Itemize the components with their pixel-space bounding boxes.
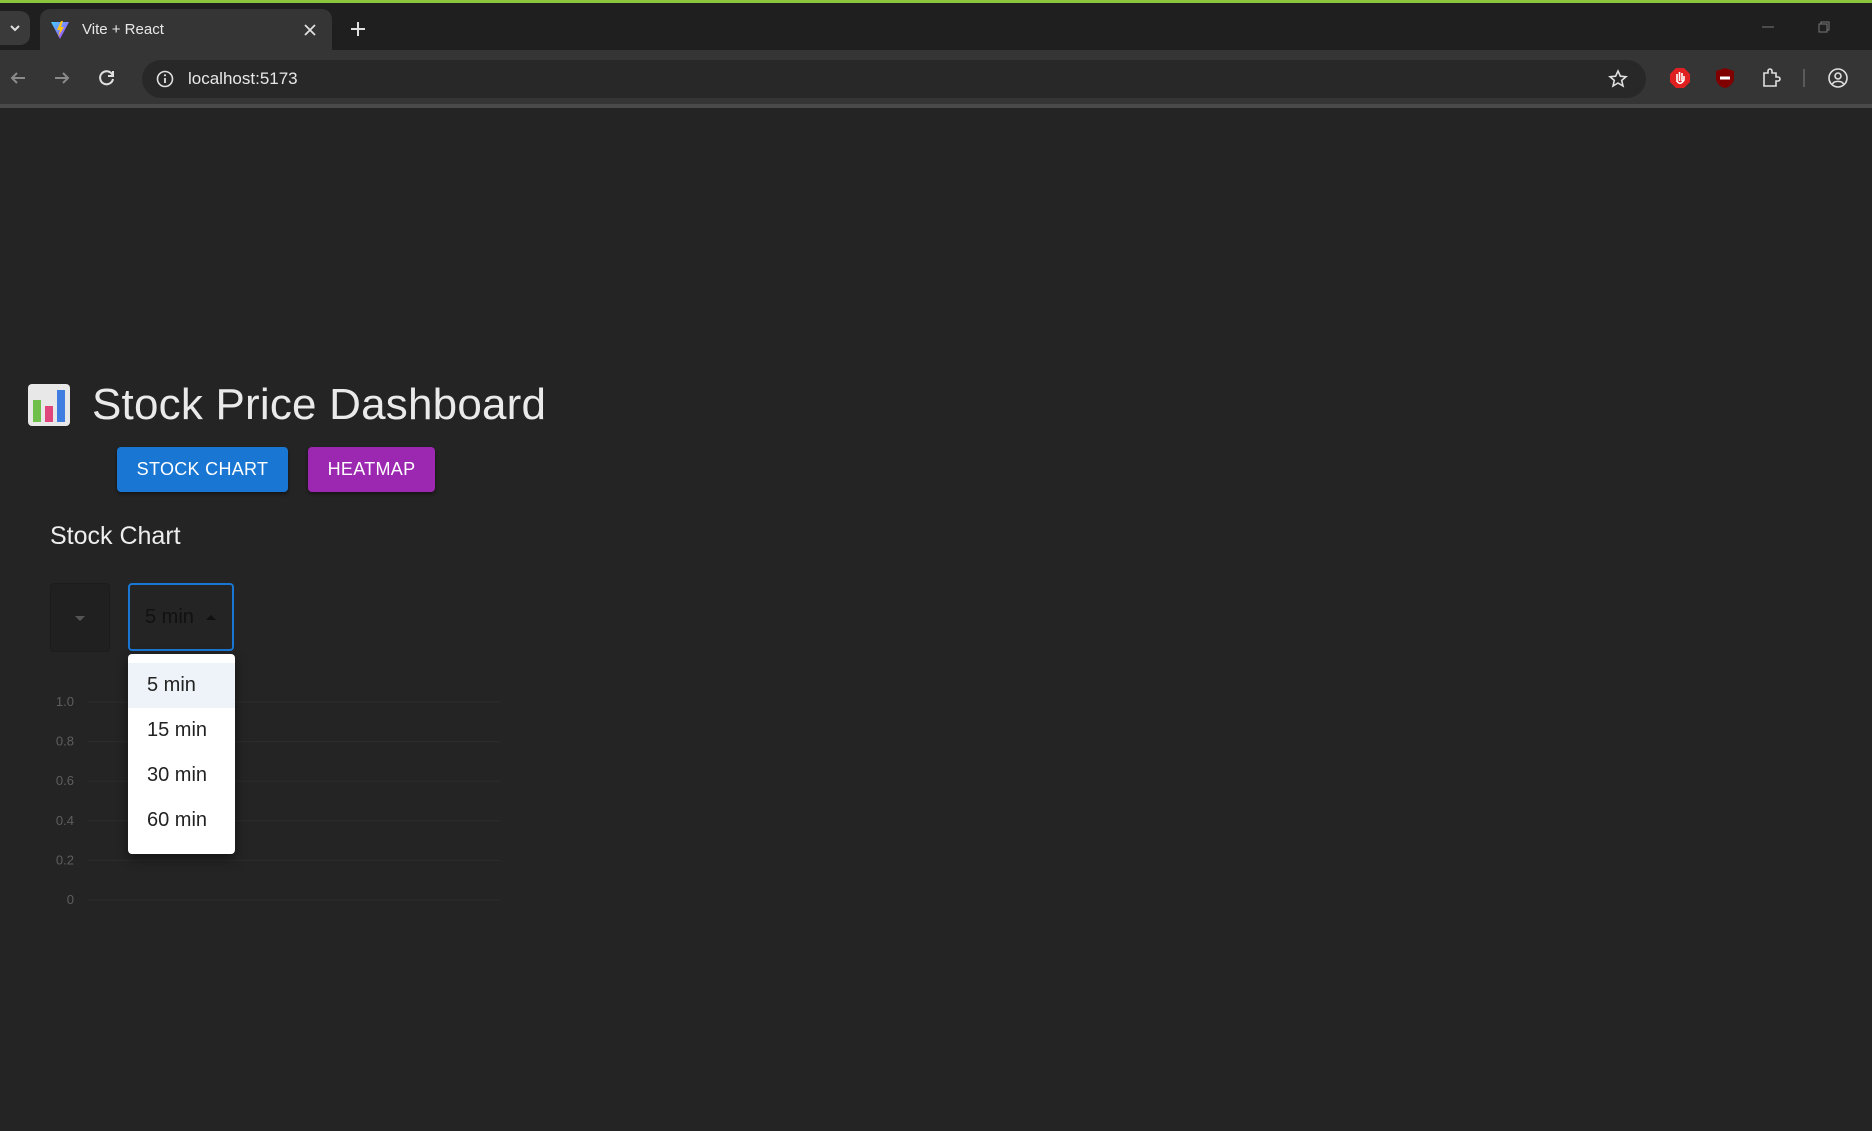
vite-icon xyxy=(51,20,69,39)
caret-up-icon xyxy=(204,610,218,624)
symbol-select[interactable] xyxy=(50,583,110,652)
tab-title: Vite + React xyxy=(82,21,164,38)
section-title: Stock Chart xyxy=(50,522,181,550)
interval-option[interactable]: 30 min xyxy=(128,753,235,798)
stock-chart-button[interactable]: STOCK CHART xyxy=(117,447,288,492)
interval-select-value: 5 min xyxy=(145,605,194,628)
new-tab-button[interactable] xyxy=(344,15,372,43)
browser-toolbar: localhost:5173 xyxy=(0,50,1872,108)
url-text: localhost:5173 xyxy=(188,69,298,88)
page-content: Stock Price Dashboard STOCK CHART HEATMA… xyxy=(0,108,1872,1131)
arrow-right-icon xyxy=(55,72,70,84)
bookmark-star-icon[interactable] xyxy=(1604,65,1632,93)
forward-button[interactable] xyxy=(46,62,78,94)
y-tick-label: 0.8 xyxy=(56,734,74,749)
interval-dropdown-menu: 5 min 15 min 30 min 60 min xyxy=(128,654,235,854)
minimize-icon[interactable] xyxy=(1756,15,1780,39)
close-tab-icon[interactable] xyxy=(296,16,324,44)
adblock-extension-icon[interactable] xyxy=(1666,64,1694,92)
tab-search-button[interactable] xyxy=(0,11,30,45)
reload-button[interactable] xyxy=(91,62,123,94)
y-tick-label: 0.6 xyxy=(56,773,74,788)
page-title: Stock Price Dashboard xyxy=(28,380,546,430)
y-tick-label: 1.0 xyxy=(56,694,74,709)
browser-tab-strip: Vite + React xyxy=(0,3,1872,50)
interval-option[interactable]: 60 min xyxy=(128,798,235,843)
profile-icon[interactable] xyxy=(1824,64,1852,92)
browser-tab[interactable]: Vite + React xyxy=(40,9,332,50)
heatmap-button[interactable]: HEATMAP xyxy=(308,447,435,492)
interval-option[interactable]: 15 min xyxy=(128,708,235,753)
chevron-down-icon xyxy=(10,25,20,32)
caret-down-icon xyxy=(75,615,85,621)
y-tick-label: 0.4 xyxy=(56,813,74,828)
address-bar[interactable]: localhost:5173 xyxy=(142,60,1646,98)
plus-icon xyxy=(351,22,365,36)
toolbar-separator xyxy=(1803,69,1805,87)
ublock-extension-icon[interactable] xyxy=(1711,64,1739,92)
stock-chart: 1.0 0.8 0.6 0.4 0.2 0 xyxy=(56,694,500,907)
interval-select[interactable]: 5 min xyxy=(128,583,234,651)
extensions-puzzle-icon[interactable] xyxy=(1757,64,1785,92)
reload-icon xyxy=(99,70,114,86)
site-info-icon[interactable] xyxy=(154,68,176,90)
arrow-left-icon xyxy=(10,72,25,84)
restore-icon[interactable] xyxy=(1812,15,1836,39)
interval-option[interactable]: 5 min xyxy=(128,663,235,708)
bar-chart-icon xyxy=(28,384,70,426)
y-tick-label: 0 xyxy=(67,892,74,907)
back-button[interactable] xyxy=(2,62,34,94)
y-tick-label: 0.2 xyxy=(56,852,74,867)
page-title-text: Stock Price Dashboard xyxy=(92,380,547,429)
